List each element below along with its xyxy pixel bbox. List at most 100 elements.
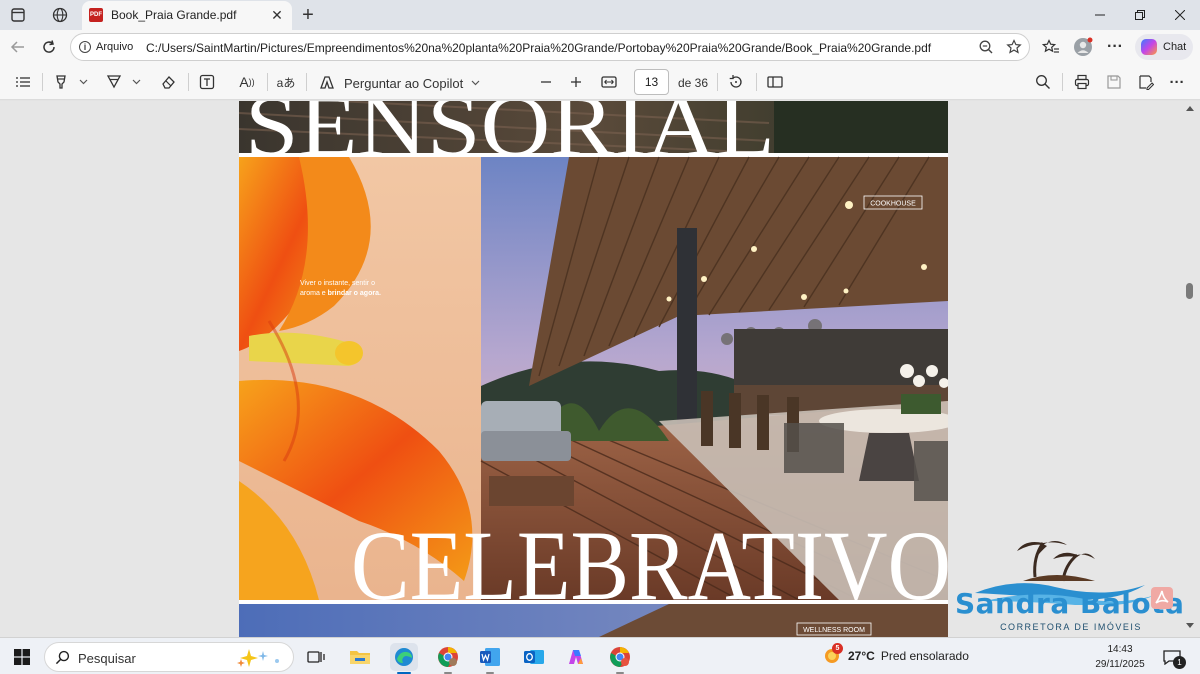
pdf-viewer[interactable]: Viver o instante, sentir o aroma e brind… xyxy=(0,101,1200,637)
favorites-icon[interactable] xyxy=(1041,37,1061,57)
scroll-up-arrow-icon xyxy=(1186,106,1194,111)
weather-badge: 5 xyxy=(832,643,843,654)
label-cookhouse: COOKHOUSE xyxy=(870,201,916,208)
tab-actions-icon[interactable] xyxy=(8,5,28,25)
separator xyxy=(267,73,268,91)
weather-widget[interactable]: 5 27°C Pred ensolarado xyxy=(822,643,969,666)
acrobat-icon[interactable] xyxy=(1151,587,1173,609)
highlight-icon[interactable] xyxy=(50,72,72,92)
copilot-icon xyxy=(1141,39,1157,55)
workspaces-globe-icon[interactable] xyxy=(50,5,70,25)
watermark-subtitle: CORRETORA DE IMÓVEIS xyxy=(1000,622,1142,632)
page-view-icon[interactable] xyxy=(764,72,786,92)
translate-icon[interactable]: aあ xyxy=(275,72,297,92)
task-view-icon[interactable] xyxy=(302,643,330,671)
tab-book-praia-grande[interactable]: PDF Book_Praia Grande.pdf ✕ xyxy=(82,1,292,30)
favorite-star-icon[interactable] xyxy=(1004,37,1024,57)
copilot-outline-icon xyxy=(320,76,334,89)
chevron-down-icon xyxy=(471,80,480,86)
page-count: de 36 xyxy=(678,76,709,90)
copilot-app-icon[interactable] xyxy=(562,643,590,671)
address-url[interactable]: C:/Users/SaintMartin/Pictures/Empreendim… xyxy=(146,41,931,55)
zoom-in-icon[interactable] xyxy=(566,72,586,92)
table-of-contents-icon[interactable] xyxy=(12,72,34,92)
separator xyxy=(1062,73,1063,91)
minimize-button[interactable] xyxy=(1080,0,1120,30)
print-icon[interactable] xyxy=(1071,72,1093,92)
copilot-chat-button[interactable]: Chat xyxy=(1135,34,1193,60)
flower-caption-line2a: aroma e xyxy=(300,290,328,297)
weather-condition: Pred ensolarado xyxy=(880,649,969,663)
label-wellness-room: WELLNESS ROOM xyxy=(803,627,865,634)
search-highlight-sparkles-icon xyxy=(237,649,279,667)
more-options-icon[interactable]: ··· xyxy=(1105,37,1125,57)
pdf-page-artwork: Viver o instante, sentir o aroma e brind… xyxy=(239,101,948,637)
outlook-icon[interactable] xyxy=(520,643,548,671)
chat-label: Chat xyxy=(1163,41,1187,53)
find-search-icon[interactable] xyxy=(1032,72,1054,92)
search-icon xyxy=(55,650,70,665)
flower-caption-line1: Viver o instante, sentir o xyxy=(300,280,375,287)
edge-browser-icon[interactable] xyxy=(390,643,418,674)
tab-title: Book_Praia Grande.pdf xyxy=(111,8,237,22)
navigation-bar: i Arquivo C:/Users/SaintMartin/Pictures/… xyxy=(0,30,1200,64)
read-aloud-icon[interactable]: A)) xyxy=(236,72,258,92)
draw-pen-icon[interactable] xyxy=(103,72,125,92)
zoom-out-icon[interactable] xyxy=(536,72,556,92)
chrome-profile-icon[interactable] xyxy=(434,643,462,674)
taskbar-search-box[interactable]: Pesquisar xyxy=(44,642,294,672)
save-as-icon[interactable] xyxy=(1135,72,1157,92)
zoom-icon[interactable] xyxy=(976,37,996,57)
separator xyxy=(717,73,718,91)
address-scheme: Arquivo xyxy=(96,41,134,53)
address-bar[interactable]: i Arquivo C:/Users/SaintMartin/Pictures/… xyxy=(70,33,1030,61)
ask-copilot-button[interactable]: Perguntar ao Copilot xyxy=(318,73,480,93)
tab-close-icon[interactable]: ✕ xyxy=(268,6,286,24)
eraser-icon[interactable] xyxy=(157,72,179,92)
back-arrow-icon[interactable] xyxy=(8,37,28,57)
pdf-file-icon: PDF xyxy=(89,8,103,22)
scroll-down-arrow-icon xyxy=(1186,623,1194,628)
notification-center-icon[interactable]: 1 xyxy=(1158,643,1186,671)
new-tab-button[interactable]: + xyxy=(298,4,318,26)
rotate-icon[interactable] xyxy=(725,72,747,92)
restore-button[interactable] xyxy=(1120,0,1160,30)
file-explorer-icon[interactable] xyxy=(346,643,374,671)
separator xyxy=(756,73,757,91)
chrome-icon[interactable] xyxy=(606,643,634,674)
separator xyxy=(188,73,189,91)
weather-sun-icon: 5 xyxy=(822,643,843,666)
vertical-scrollbar[interactable] xyxy=(1183,101,1197,637)
watermark-name: Sandra Balota xyxy=(955,587,1185,620)
highlight-options-chevron-down-icon[interactable] xyxy=(76,72,90,92)
scroll-thumb xyxy=(1186,283,1193,299)
close-window-button[interactable] xyxy=(1160,0,1200,30)
weather-temperature: 27°C xyxy=(848,649,875,663)
clock-time: 14:43 xyxy=(1107,644,1133,655)
pdf-more-options-icon[interactable]: ··· xyxy=(1166,72,1188,92)
notification-count: 1 xyxy=(1173,656,1186,669)
page-number-input[interactable]: 13 xyxy=(634,69,669,95)
system-clock[interactable]: 14:43 29/11/2025 xyxy=(1094,642,1146,672)
windows-taskbar: Pesquisar 5 27°C Pred ensolarado 14:43 2… xyxy=(0,637,1200,674)
save-icon[interactable] xyxy=(1103,72,1125,92)
word-icon[interactable] xyxy=(476,643,504,674)
add-text-icon[interactable] xyxy=(196,72,218,92)
tab-bar: PDF Book_Praia Grande.pdf ✕ + xyxy=(0,0,1200,30)
title-sensorial: SENSORIAL xyxy=(245,101,775,175)
ask-copilot-label: Perguntar ao Copilot xyxy=(344,75,464,91)
read-aloud-glyph: A xyxy=(239,74,249,90)
info-icon[interactable]: i xyxy=(79,41,91,53)
svg-text:aroma e brindar o agora.: aroma e brindar o agora. xyxy=(300,290,381,297)
clock-date: 29/11/2025 xyxy=(1095,659,1145,670)
refresh-icon[interactable] xyxy=(39,37,59,57)
separator xyxy=(42,73,43,91)
draw-options-chevron-down-icon[interactable] xyxy=(129,72,143,92)
search-label: Pesquisar xyxy=(78,651,136,666)
fit-to-width-icon[interactable] xyxy=(598,72,620,92)
start-windows-icon[interactable] xyxy=(8,643,36,671)
pdf-toolbar: A)) aあ Perguntar ao Copilot 13 de 36 ··· xyxy=(0,64,1200,100)
separator xyxy=(306,73,307,91)
pdf-page: Viver o instante, sentir o aroma e brind… xyxy=(239,101,948,637)
profile-avatar[interactable] xyxy=(1073,37,1093,57)
